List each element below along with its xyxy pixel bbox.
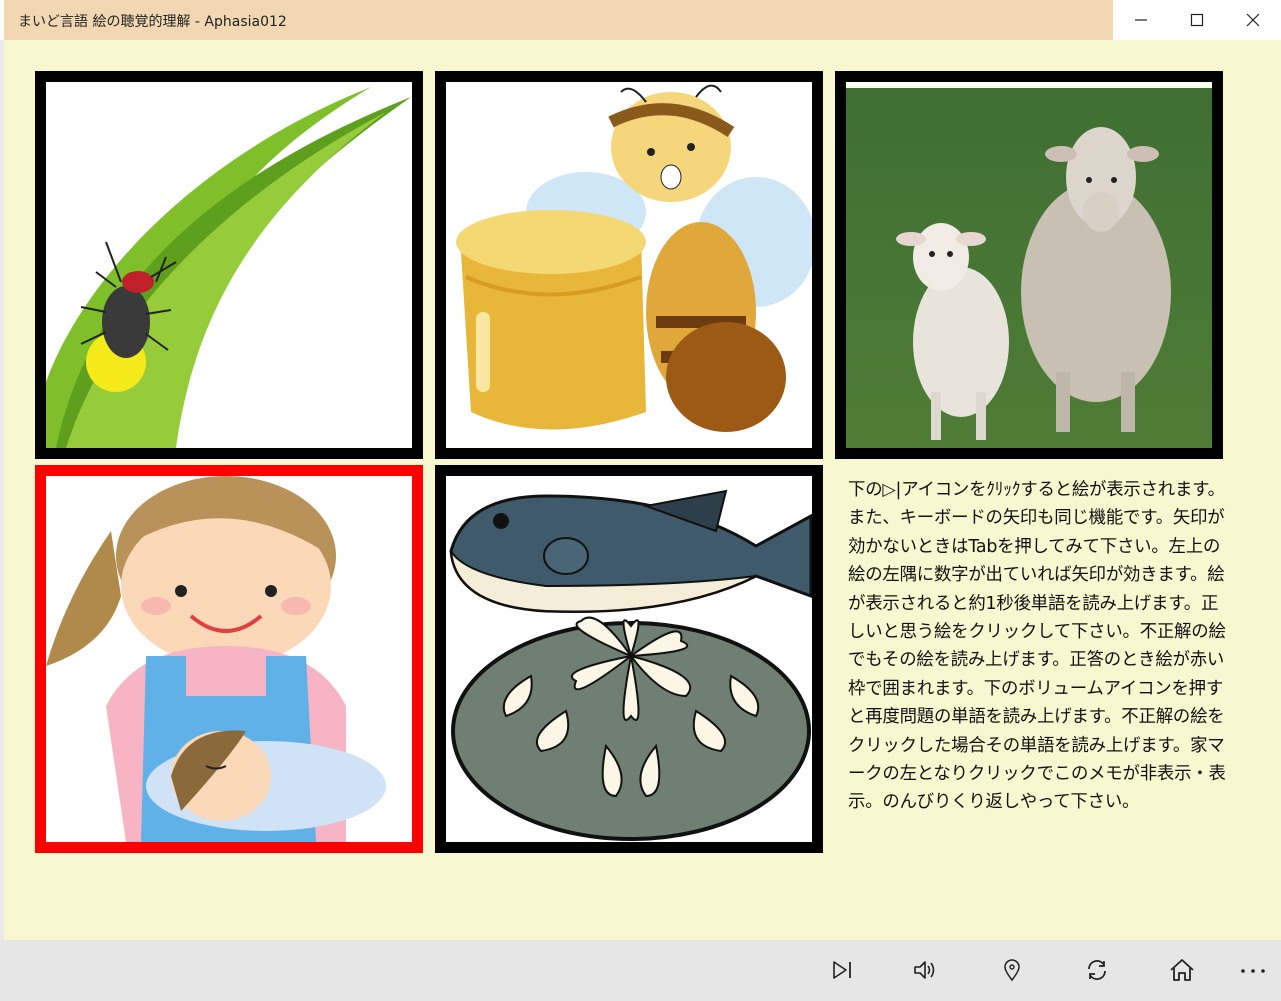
- instruction-memo: 下の▷|アイコンをｸﾘｯｸすると絵が表示されます。また、キーボードの矢印も同じ機…: [848, 480, 1226, 813]
- picture-tile-3[interactable]: [835, 71, 1223, 459]
- mother-child-image: [46, 476, 412, 842]
- title-area: まいど言語 絵の聴覚的理解 - Aphasia012: [4, 0, 1113, 40]
- window-title: まいど言語 絵の聴覚的理解 - Aphasia012: [18, 14, 287, 30]
- home-button[interactable]: [1162, 950, 1202, 990]
- window-edge: [0, 40, 4, 940]
- minimize-button[interactable]: [1113, 0, 1169, 40]
- more-button[interactable]: [1233, 950, 1273, 990]
- refresh-button[interactable]: [1077, 950, 1117, 990]
- maximize-icon: [1190, 13, 1204, 27]
- maximize-button[interactable]: [1169, 0, 1225, 40]
- next-button[interactable]: [822, 950, 862, 990]
- bottom-app-bar: [0, 940, 1281, 1001]
- firefly-image: [46, 82, 412, 448]
- close-button[interactable]: [1225, 0, 1281, 40]
- picture-tile-5[interactable]: [435, 465, 823, 853]
- picture-tile-1[interactable]: [35, 71, 423, 459]
- picture-tile-4[interactable]: [35, 465, 423, 853]
- sheep-image: [846, 82, 1212, 448]
- close-icon: [1246, 13, 1260, 27]
- more-icon: [1241, 969, 1265, 973]
- volume-icon: [914, 961, 935, 979]
- refresh-icon: [1088, 960, 1106, 980]
- bee-honey-image: [446, 82, 812, 448]
- fugu-image: [446, 476, 812, 842]
- skip-next-icon: [833, 961, 851, 979]
- home-icon: [1170, 959, 1194, 981]
- picture-tile-2[interactable]: [435, 71, 823, 459]
- map-pin-icon: [1004, 959, 1020, 982]
- minimize-icon: [1135, 19, 1147, 21]
- title-bar: まいど言語 絵の聴覚的理解 - Aphasia012: [0, 0, 1281, 40]
- volume-button[interactable]: [906, 950, 946, 990]
- memo-toggle-button[interactable]: [992, 950, 1032, 990]
